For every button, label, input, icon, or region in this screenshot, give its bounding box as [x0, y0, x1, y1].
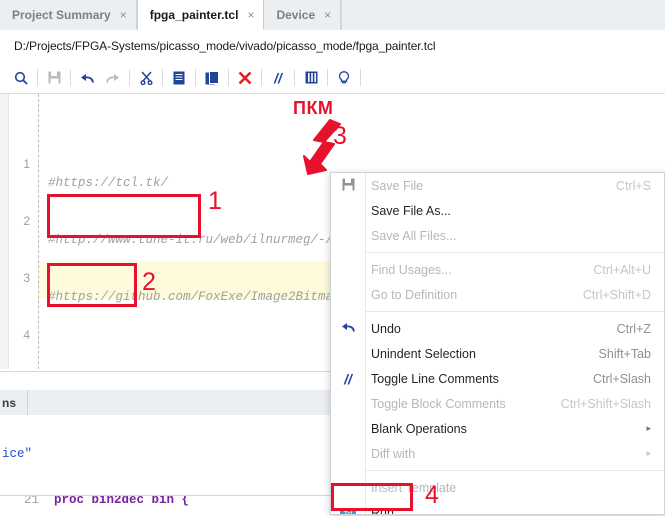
tab-label: Device [276, 8, 316, 22]
menu-separator [365, 470, 664, 471]
menu-item-accel: Ctrl+Shift+D [582, 287, 651, 302]
redo-icon[interactable] [100, 65, 126, 91]
menu-item-accel: Ctrl+Z [616, 321, 651, 336]
menu-item-label: Toggle Line Comments [371, 371, 499, 386]
menu-item-save-file-as[interactable]: Save File As... [331, 198, 664, 223]
editor-tab-bar: Project Summary × fpga_painter.tcl × Dev… [0, 0, 665, 31]
panel-strip-blank [0, 415, 338, 440]
annotation-number-2: 2 [142, 268, 156, 296]
chevron-right-icon: ▸ [646, 423, 651, 433]
comment-icon: // [344, 370, 352, 387]
tab-label: Project Summary [12, 8, 111, 22]
annotation-box-4-run [331, 483, 413, 511]
toolbar-separator [360, 69, 361, 86]
tab-bar-filler [341, 0, 665, 30]
cut-icon[interactable] [133, 65, 159, 91]
file-path-text: D:/Projects/FPGA-Systems/picasso_mode/vi… [14, 39, 436, 53]
bulb-icon[interactable] [331, 65, 357, 91]
menu-item-label: Save All Files... [371, 228, 457, 243]
panel-content-area: ice" [0, 439, 338, 495]
menu-item-label: Blank Operations [371, 421, 467, 436]
menu-item-save-all-files[interactable]: Save All Files... [331, 223, 664, 248]
toolbar-separator [294, 69, 295, 86]
close-icon[interactable]: × [247, 8, 254, 22]
menu-item-label: Undo [371, 321, 401, 336]
line-number: 21 [24, 495, 40, 507]
tab-label: fpga_painter.tcl [149, 7, 239, 22]
menu-item-label: Save File As... [371, 203, 451, 218]
menu-item-accel: Ctrl+S [615, 178, 651, 193]
menu-item-undo[interactable]: Undo Ctrl+Z [331, 316, 664, 341]
panel-tab-divider [27, 390, 29, 415]
clipped-line-text: proc bin2dec bin { [54, 495, 190, 507]
toolbar-separator [261, 69, 262, 86]
editor-toolbar: // [0, 62, 665, 94]
close-icon[interactable]: × [120, 8, 127, 22]
menu-item-label: Diff with [371, 446, 416, 461]
line-number: 1 [23, 157, 30, 171]
menu-item-accel: Shift+Tab [598, 346, 651, 361]
toolbar-separator [37, 69, 38, 86]
panel-text-snippet: ice" [2, 447, 33, 461]
comment-icon[interactable]: // [265, 65, 291, 91]
menu-item-label: Go to Definition [371, 287, 458, 302]
annotation-number-3: 3 [333, 122, 347, 150]
toolbar-separator [228, 69, 229, 86]
tab-device[interactable]: Device × [264, 0, 342, 30]
menu-item-save-file[interactable]: Save File Ctrl+S [331, 173, 664, 198]
copy-icon[interactable] [166, 65, 192, 91]
undo-icon[interactable] [74, 65, 100, 91]
editor-context-menu[interactable]: Save File Ctrl+S Save File As... Save Al… [330, 172, 665, 515]
menu-item-toggle-line-comments[interactable]: // Toggle Line Comments Ctrl+Slash [331, 366, 664, 391]
panel-tab-strip[interactable]: ns [0, 390, 338, 416]
line-number: 4 [23, 328, 30, 342]
annotation-box-1 [47, 194, 201, 238]
menu-item-go-to-definition[interactable]: Go to Definition Ctrl+Shift+D [331, 282, 664, 307]
tab-fpga-painter-tcl[interactable]: fpga_painter.tcl × [136, 0, 265, 30]
delete-icon[interactable] [232, 65, 258, 91]
toolbar-separator [129, 69, 130, 86]
menu-item-label: Unindent Selection [371, 346, 476, 361]
menu-item-label: Toggle Block Comments [371, 396, 506, 411]
toolbar-separator [195, 69, 196, 86]
annotation-box-2 [47, 263, 137, 307]
toolbar-separator [70, 69, 71, 86]
line-text: #https://tcl.tk/ [48, 176, 169, 190]
undo-icon [337, 321, 359, 336]
annotation-number-1: 1 [208, 187, 222, 215]
file-path-bar: D:/Projects/FPGA-Systems/picasso_mode/vi… [0, 30, 665, 62]
menu-item-accel: Ctrl+Shift+Slash [560, 396, 651, 411]
tab-project-summary[interactable]: Project Summary × [0, 0, 137, 30]
menu-item-accel: Ctrl+Slash [592, 371, 651, 386]
menu-item-unindent-selection[interactable]: Unindent Selection Shift+Tab [331, 341, 664, 366]
menu-item-label: Find Usages... [371, 262, 452, 277]
menu-separator [365, 311, 664, 312]
menu-item-blank-operations[interactable]: Blank Operations ▸ [331, 416, 664, 441]
close-icon[interactable]: × [324, 8, 331, 22]
panel-tab-label: ns [2, 395, 17, 410]
menu-item-label: Save File [371, 178, 424, 193]
toolbar-separator [162, 69, 163, 86]
panel-strip-upper [0, 371, 338, 392]
toolbar-separator [327, 69, 328, 86]
chevron-right-icon: ▸ [646, 448, 651, 458]
panel-clipped-code-line: 21 proc bin2dec bin { [0, 495, 338, 516]
menu-separator [365, 252, 664, 253]
menu-item-toggle-block-comments[interactable]: Toggle Block Comments Ctrl+Shift+Slash [331, 391, 664, 416]
line-number: 2 [23, 214, 30, 228]
columns-icon[interactable] [298, 65, 324, 91]
search-icon[interactable] [8, 65, 34, 91]
annotation-number-4: 4 [425, 481, 439, 509]
paste-icon[interactable] [199, 65, 225, 91]
save-icon[interactable] [41, 65, 67, 91]
menu-item-diff-with[interactable]: Diff with ▸ [331, 441, 664, 466]
annotation-label-pkm: ПКМ [293, 98, 334, 118]
line-number: 3 [23, 271, 30, 285]
menu-item-find-usages[interactable]: Find Usages... Ctrl+Alt+U [331, 257, 664, 282]
menu-item-accel: Ctrl+Alt+U [593, 262, 651, 277]
